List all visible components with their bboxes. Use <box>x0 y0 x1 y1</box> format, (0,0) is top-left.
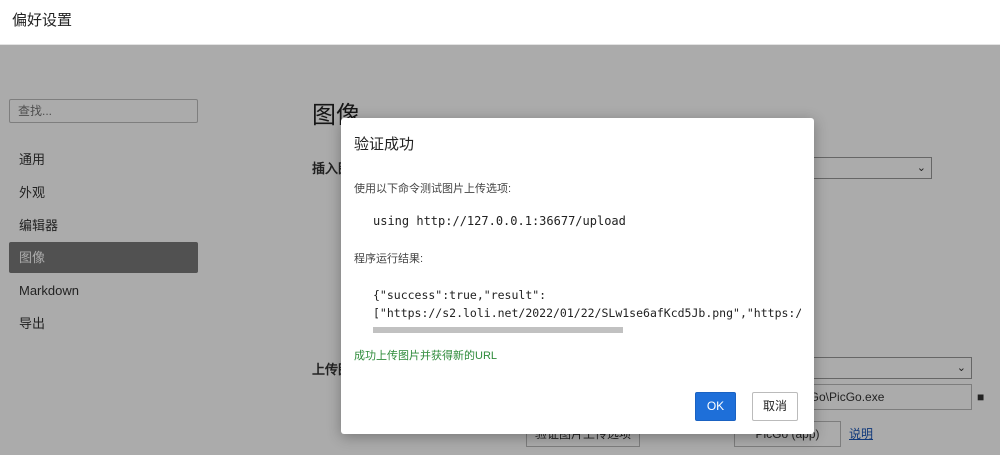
result-horizontal-scrollbar[interactable] <box>373 327 623 333</box>
dialog-result-output: {"success":true,"result": ["https://s2.l… <box>373 286 801 322</box>
dialog-result-label: 程序运行结果: <box>354 253 424 265</box>
title-bar: 偏好设置 <box>0 0 1000 45</box>
cancel-button[interactable]: 取消 <box>752 392 798 421</box>
window-title: 偏好设置 <box>12 12 73 29</box>
dialog-command-text: using http://127.0.0.1:36677/upload <box>373 214 626 228</box>
dialog-success-message: 成功上传图片并获得新的URL <box>354 350 498 362</box>
ok-button[interactable]: OK <box>695 392 736 421</box>
dialog-title: 验证成功 <box>354 136 415 153</box>
dialog-intro-text: 使用以下命令测试图片上传选项: <box>354 183 512 195</box>
result-line: ["https://s2.loli.net/2022/01/22/SLw1se6… <box>373 306 801 320</box>
result-line: {"success":true,"result": <box>373 288 547 302</box>
validation-success-dialog: 验证成功 使用以下命令测试图片上传选项: using http://127.0.… <box>341 118 814 434</box>
